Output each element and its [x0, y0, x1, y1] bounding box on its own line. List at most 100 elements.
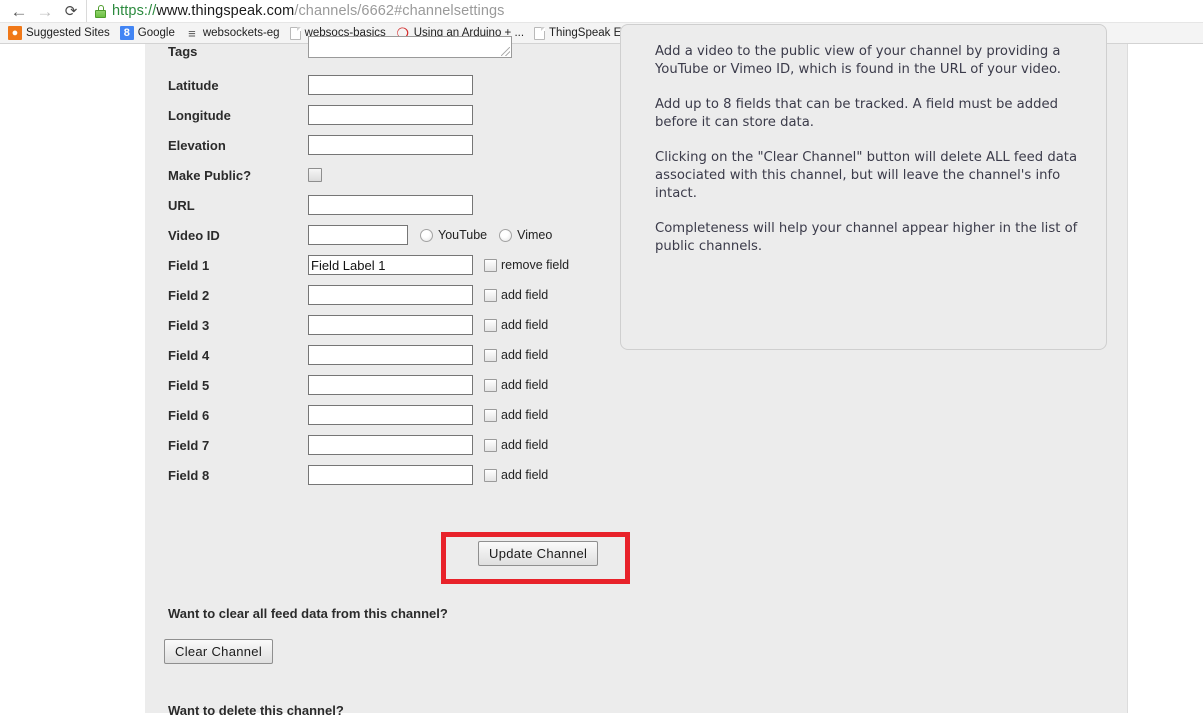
- field-8-action-label: add field: [501, 468, 549, 482]
- page-viewport: Add a video to the public view of your c…: [0, 24, 1203, 717]
- help-paragraph: Clicking on the "Clear Channel" button w…: [655, 150, 1078, 201]
- field-6-input[interactable]: [308, 405, 473, 425]
- label-elevation: Elevation: [168, 137, 226, 153]
- field-2-action-label: add field: [501, 288, 549, 302]
- video-option-youtube[interactable]: YouTube: [420, 228, 487, 242]
- lock-icon: [95, 4, 106, 18]
- label-field-7: Field 7: [168, 437, 210, 453]
- form-row-field-5: Field 5 add field: [145, 370, 615, 400]
- form-row-field-6: Field 6 add field: [145, 400, 615, 430]
- tags-textarea[interactable]: [308, 36, 512, 58]
- forward-arrow-icon[interactable]: →: [32, 1, 58, 21]
- form-row-field-1: Field 1 remove field: [145, 250, 615, 280]
- field-7-input[interactable]: [308, 435, 473, 455]
- reload-icon[interactable]: ⟳: [58, 1, 84, 21]
- field-3-checkbox[interactable]: [484, 318, 497, 332]
- field-6-action-label: add field: [501, 408, 549, 422]
- field-2-action[interactable]: add field: [484, 288, 548, 302]
- field-2-checkbox[interactable]: [484, 288, 497, 302]
- delete-channel-question: Want to delete this channel?: [168, 703, 344, 717]
- field-7-checkbox[interactable]: [484, 438, 497, 452]
- field-6-checkbox[interactable]: [484, 408, 497, 422]
- url-host: www.thingspeak.com: [156, 3, 295, 19]
- radio-vimeo-icon[interactable]: [499, 228, 513, 242]
- field-1-action[interactable]: remove field: [484, 258, 569, 272]
- form-row-video-id: Video ID YouTube Vimeo: [145, 220, 615, 250]
- form-row-make-public: Make Public?: [145, 160, 615, 190]
- label-longitude: Longitude: [168, 107, 231, 123]
- url-text: https://www.thingspeak.com/channels/6662…: [112, 3, 505, 19]
- video-id-input[interactable]: [308, 225, 408, 245]
- latitude-input[interactable]: [308, 75, 473, 95]
- label-field-6: Field 6: [168, 407, 210, 423]
- url-input[interactable]: [308, 195, 473, 215]
- video-option-label: YouTube: [438, 228, 488, 242]
- address-bar[interactable]: https://www.thingspeak.com/channels/6662…: [86, 0, 1203, 22]
- field-7-action[interactable]: add field: [484, 438, 548, 452]
- field-8-input[interactable]: [308, 465, 473, 485]
- bookmark-websockets-eg[interactable]: ≡ websockets-eg: [183, 23, 286, 43]
- update-channel-button[interactable]: Update Channel: [478, 541, 599, 566]
- form-row-tags: Tags: [145, 36, 615, 70]
- help-paragraph: Add up to 8 fields that can be tracked. …: [655, 97, 1058, 130]
- field-3-action-label: add field: [501, 318, 549, 332]
- field-4-action-label: add field: [501, 348, 549, 362]
- browser-navigation-bar: ← → ⟳ https://www.thingspeak.com/channel…: [0, 0, 1203, 22]
- channel-settings-form: Tags Latitude Longitude Elevation Make P…: [145, 36, 615, 490]
- help-panel: Add a video to the public view of your c…: [620, 24, 1107, 350]
- field-1-action-label: remove field: [501, 258, 570, 272]
- field-3-action[interactable]: add field: [484, 318, 548, 332]
- label-field-1: Field 1: [168, 257, 210, 273]
- label-latitude: Latitude: [168, 77, 219, 93]
- lightbulb-icon: ●: [8, 26, 22, 40]
- clear-channel-question: Want to clear all feed data from this ch…: [168, 606, 448, 621]
- form-row-latitude: Latitude: [145, 70, 615, 100]
- form-row-url: URL: [145, 190, 615, 220]
- label-url: URL: [168, 197, 195, 213]
- bookmark-label: Suggested Sites: [26, 27, 110, 39]
- field-2-input[interactable]: [308, 285, 473, 305]
- label-make-public: Make Public?: [168, 167, 252, 183]
- bookmark-google[interactable]: 8 Google: [118, 23, 181, 43]
- field-4-action[interactable]: add field: [484, 348, 548, 362]
- field-1-checkbox[interactable]: [484, 258, 497, 272]
- channel-settings-content: Add a video to the public view of your c…: [145, 24, 1128, 717]
- page-icon: [534, 26, 546, 40]
- video-option-label: Vimeo: [517, 228, 553, 242]
- back-arrow-icon[interactable]: ←: [6, 1, 32, 21]
- label-video-id: Video ID: [168, 227, 220, 243]
- form-row-field-2: Field 2 add field: [145, 280, 615, 310]
- bookmark-suggested-sites[interactable]: ● Suggested Sites: [6, 23, 116, 43]
- field-5-input[interactable]: [308, 375, 473, 395]
- label-field-2: Field 2: [168, 287, 210, 303]
- elevation-input[interactable]: [308, 135, 473, 155]
- form-row-field-7: Field 7 add field: [145, 430, 615, 460]
- field-4-checkbox[interactable]: [484, 348, 497, 362]
- make-public-checkbox[interactable]: [308, 168, 322, 182]
- radio-youtube-icon[interactable]: [420, 228, 433, 242]
- form-row-field-4: Field 4 add field: [145, 340, 615, 370]
- form-row-elevation: Elevation: [145, 130, 615, 160]
- field-8-checkbox[interactable]: [484, 468, 497, 482]
- help-paragraph: Completeness will help your channel appe…: [655, 221, 1078, 254]
- field-5-action[interactable]: add field: [484, 378, 548, 392]
- document-icon: ≡: [188, 25, 196, 41]
- label-tags: Tags: [168, 44, 198, 59]
- field-8-action[interactable]: add field: [484, 468, 548, 482]
- page-icon: [289, 26, 301, 40]
- longitude-input[interactable]: [308, 105, 473, 125]
- field-5-action-label: add field: [501, 378, 549, 392]
- form-row-field-8: Field 8 add field: [145, 460, 615, 490]
- bookmark-label: Google: [137, 27, 175, 39]
- field-4-input[interactable]: [308, 345, 473, 365]
- label-field-4: Field 4: [168, 347, 210, 363]
- field-1-input[interactable]: [308, 255, 473, 275]
- field-5-checkbox[interactable]: [484, 378, 497, 392]
- bookmark-label: websockets-eg: [202, 27, 280, 39]
- form-row-field-3: Field 3 add field: [145, 310, 615, 340]
- video-option-vimeo[interactable]: Vimeo: [499, 228, 552, 242]
- field-3-input[interactable]: [308, 315, 473, 335]
- url-path: /channels/6662#channelsettings: [294, 3, 505, 19]
- field-6-action[interactable]: add field: [484, 408, 548, 422]
- clear-channel-button[interactable]: Clear Channel: [164, 639, 274, 664]
